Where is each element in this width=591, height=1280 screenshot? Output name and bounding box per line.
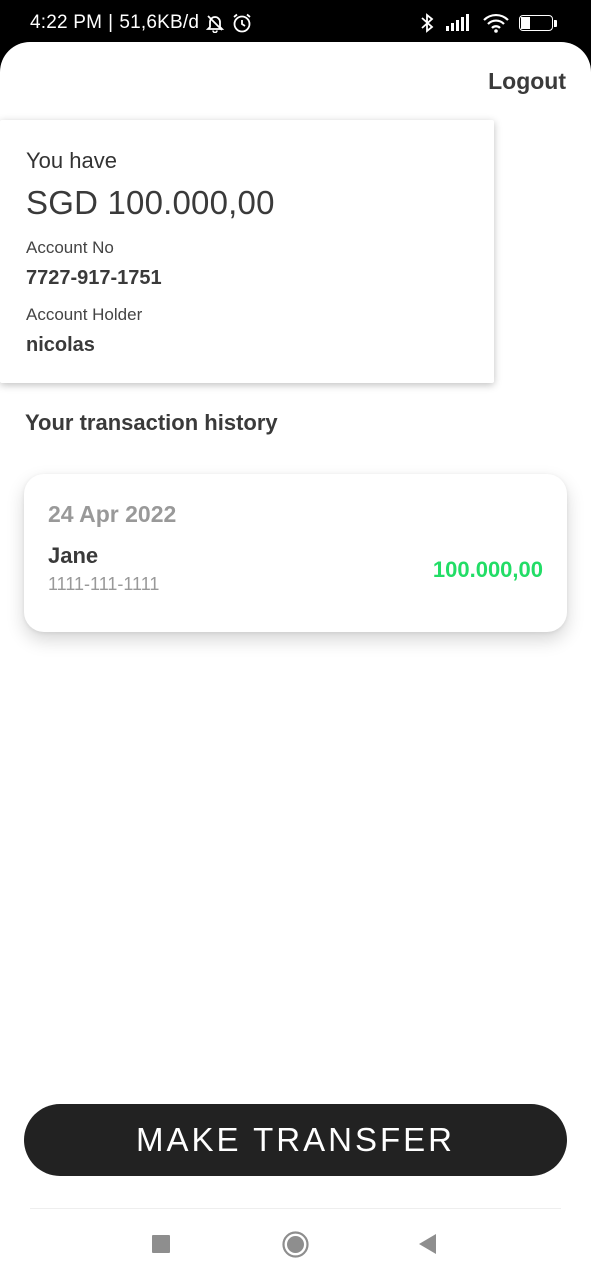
system-nav-bar [0,1209,591,1280]
battery-tip [554,19,557,27]
recents-square-icon[interactable] [151,1234,171,1259]
battery-body: 35 [519,15,553,31]
bell-muted-icon [205,13,225,33]
status-separator: | [108,12,114,33]
alarm-icon [231,12,253,34]
transaction-recipient-name: Jane [48,543,99,568]
status-right: 35 [419,12,557,34]
account-no-label: Account No [26,238,114,257]
wifi-icon [483,13,509,33]
account-no-value: 7727-917-1751 [26,267,162,289]
transaction-date: 24 Apr 2022 [48,501,177,527]
account-card: You have SGD 100.000,00 Account No 7727-… [0,120,494,383]
transaction-recipient-account: 1111-111-1111 [48,574,160,594]
signal-icon [445,13,473,33]
back-triangle-icon[interactable] [417,1233,437,1260]
battery-icon: 35 [519,15,557,31]
app-screen: Logout You have SGD 100.000,00 Account N… [0,42,591,1280]
battery-level: 35 [529,16,543,28]
bluetooth-icon [419,12,435,34]
account-holder-value: nicolas [26,334,95,356]
transaction-history-title: Your transaction history [25,410,278,435]
make-transfer-button[interactable]: MAKE TRANSFER [24,1104,567,1176]
network-speed: 51,6KB/d [119,12,200,33]
status-time: 4:22 PM [30,12,103,33]
home-circle-icon[interactable] [282,1231,309,1263]
account-holder-label: Account Holder [26,305,143,324]
transaction-amount: 100.000,00 [432,557,543,582]
transaction-card[interactable]: 24 Apr 2022 Jane 1111-111-1111 100.000,0… [24,474,567,632]
status-left: 4:22 PM | 51,6KB/d [30,12,253,34]
logout-button[interactable]: Logout [488,68,566,95]
balance-heading: You have [26,148,117,173]
status-bar: 4:22 PM | 51,6KB/d 35 [0,0,591,46]
balance-amount: SGD 100.000,00 [26,184,275,221]
